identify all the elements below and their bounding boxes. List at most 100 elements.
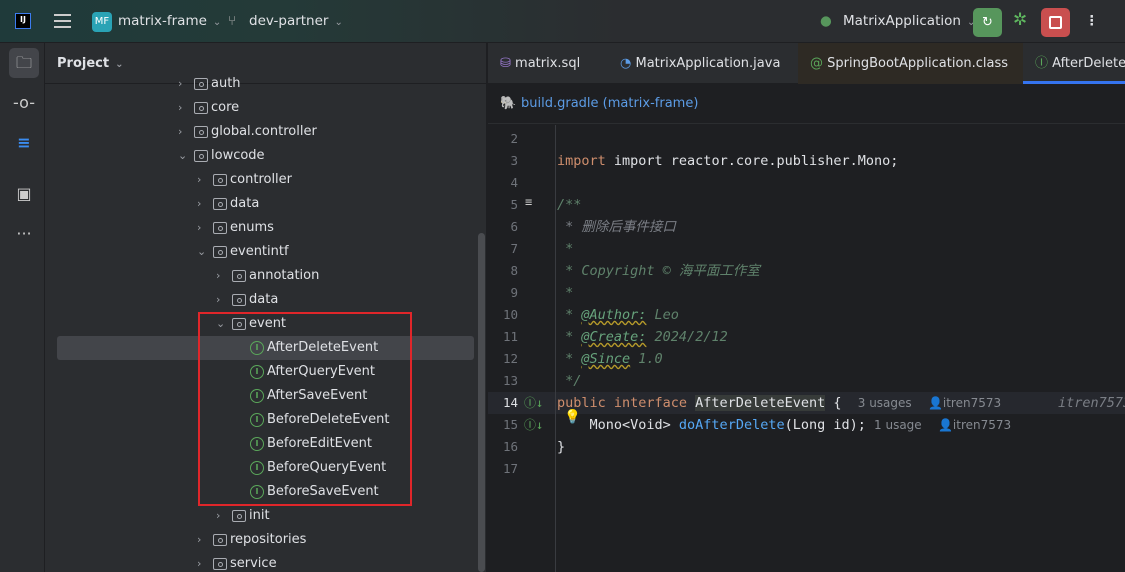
package-folder-icon bbox=[213, 222, 227, 234]
title-bar: IJ MF matrix-frame ⌄ ⑂ dev-partner ⌄ ● Mat… bbox=[0, 0, 1125, 43]
plugin-icon[interactable]: ≡ bbox=[9, 128, 39, 158]
rerun-button[interactable]: ↻ bbox=[973, 8, 1002, 37]
chevron-right-icon[interactable]: › bbox=[178, 120, 182, 144]
tree-item[interactable]: › auth bbox=[57, 72, 474, 96]
project-panel-title: Project bbox=[57, 56, 110, 71]
line-number: 12 bbox=[502, 351, 518, 366]
more-tools-icon[interactable]: ··· bbox=[9, 219, 39, 249]
project-folder-icon[interactable]: 🗀 bbox=[9, 48, 39, 78]
package-folder-icon bbox=[232, 294, 246, 306]
tree-item[interactable]: › core bbox=[57, 96, 474, 120]
tree-item[interactable]: › annotation bbox=[57, 264, 474, 288]
package-folder-icon bbox=[213, 174, 227, 186]
main-menu-icon[interactable] bbox=[54, 14, 71, 28]
tab-label: matrix.sql bbox=[515, 56, 581, 71]
chevron-right-icon[interactable]: › bbox=[197, 216, 201, 240]
usages-hint[interactable]: 1 usage bbox=[874, 418, 922, 432]
line-number: 3 bbox=[510, 153, 518, 168]
author-hint[interactable]: 👤itren7573 bbox=[938, 418, 1011, 432]
author-hint[interactable]: 👤itren7573 bbox=[928, 396, 1001, 410]
tree-item[interactable]: › enums bbox=[57, 216, 474, 240]
chevron-down-icon: ⌄ bbox=[212, 17, 222, 28]
chevron-down-icon[interactable]: ⌄ bbox=[178, 144, 187, 168]
folding-structure-icon[interactable]: ≡ bbox=[525, 195, 532, 209]
line-number: 10 bbox=[502, 307, 518, 322]
branch-icon: ⑂ bbox=[228, 13, 237, 29]
chevron-right-icon[interactable]: › bbox=[216, 288, 220, 312]
package-folder-icon bbox=[194, 78, 208, 90]
tree-item-label: controller bbox=[230, 172, 293, 187]
chevron-right-icon[interactable]: › bbox=[197, 168, 201, 192]
stop-button[interactable] bbox=[1041, 8, 1070, 37]
inline-blame: itren7573 bbox=[1058, 395, 1125, 411]
tab-matrix-application[interactable]: ◔ MatrixApplication.java bbox=[620, 43, 780, 84]
debug-bug-icon[interactable]: ✲ bbox=[1013, 10, 1027, 30]
interface-icon: Ⓘ bbox=[1035, 56, 1049, 71]
tree-scrollbar[interactable] bbox=[478, 233, 485, 572]
package-folder-icon bbox=[213, 198, 227, 210]
package-folder-icon bbox=[194, 150, 208, 162]
chevron-right-icon[interactable]: › bbox=[178, 96, 182, 120]
chevron-right-icon[interactable]: › bbox=[197, 192, 201, 216]
tab-label: SpringBootApplication.class bbox=[827, 56, 1009, 71]
branch-selector[interactable]: dev-partner ⌄ bbox=[249, 13, 343, 29]
chevron-right-icon[interactable]: › bbox=[197, 528, 201, 552]
tree-item-label: lowcode bbox=[211, 148, 265, 163]
structure-icon[interactable]: ▣ bbox=[9, 179, 39, 209]
code-line-15: Mono<Void> doAfterDelete(Long id); 1 usa… bbox=[557, 417, 1012, 433]
tool-window-strip: 🗀 -o- ≡ ▣ ··· bbox=[0, 43, 45, 572]
implementations-gutter-icon[interactable]: Ⓘ↓ bbox=[524, 394, 543, 411]
tree-item[interactable]: ⌄ eventintf bbox=[57, 240, 474, 264]
line-number: 9 bbox=[510, 285, 518, 300]
code-line-6: * 删除后事件接口 bbox=[557, 219, 676, 235]
chevron-right-icon[interactable]: › bbox=[216, 264, 220, 288]
tree-item[interactable]: › repositories bbox=[57, 528, 474, 552]
line-number: 13 bbox=[502, 373, 518, 388]
tree-item[interactable]: › data bbox=[57, 288, 474, 312]
tab-label: AfterDeleteEvent.java bbox=[1052, 56, 1125, 71]
tree-item[interactable]: › controller bbox=[57, 168, 474, 192]
package-folder-icon bbox=[232, 510, 246, 522]
line-number: 4 bbox=[510, 175, 518, 190]
commit-icon[interactable]: -o- bbox=[9, 88, 39, 118]
code-editor[interactable]: 2 3 4 5 6 7 8 9 10 11 12 13 14 15 16 17 ≡ Ⓘ↓ Ⓘ↓ import … bbox=[488, 125, 1125, 572]
more-options-icon[interactable]: ⋮ bbox=[1085, 13, 1099, 29]
project-badge: MF bbox=[92, 12, 112, 32]
tree-item[interactable]: › service bbox=[57, 552, 474, 572]
app-logo: IJ bbox=[15, 13, 31, 29]
tab-matrix-sql[interactable]: ⛁ matrix.sql bbox=[500, 43, 580, 84]
annotation-icon: @ bbox=[810, 56, 823, 71]
implementations-gutter-icon[interactable]: Ⓘ↓ bbox=[524, 416, 543, 433]
chevron-right-icon[interactable]: › bbox=[216, 504, 220, 528]
line-number: 16 bbox=[502, 439, 518, 454]
chevron-down-icon[interactable]: ⌄ bbox=[197, 240, 206, 264]
line-number: 14 bbox=[502, 395, 518, 410]
tab-label: MatrixApplication.java bbox=[635, 56, 781, 71]
tree-item[interactable]: › global.controller bbox=[57, 120, 474, 144]
spring-class-icon: ◔ bbox=[620, 56, 632, 71]
database-icon: ⛁ bbox=[500, 56, 511, 71]
tree-item-label: data bbox=[249, 292, 279, 307]
chevron-down-icon: ⌄ bbox=[115, 59, 124, 70]
breadcrumb[interactable]: 🐘 build.gradle (matrix-frame) bbox=[488, 84, 1125, 124]
tree-item[interactable]: › init bbox=[57, 504, 474, 528]
code-line-9: * bbox=[557, 285, 574, 301]
import-statement: import reactor.core.publisher.Mono; bbox=[613, 153, 899, 169]
tree-item-label: annotation bbox=[249, 268, 320, 283]
tree-item[interactable]: › data bbox=[57, 192, 474, 216]
chevron-right-icon[interactable]: › bbox=[197, 552, 201, 572]
usages-hint[interactable]: 3 usages bbox=[858, 396, 912, 410]
package-folder-icon bbox=[194, 102, 208, 114]
tab-springbootapplication[interactable]: @ SpringBootApplication.class bbox=[798, 43, 1023, 84]
package-folder-icon bbox=[232, 270, 246, 282]
project-selector[interactable]: matrix-frame ⌄ bbox=[118, 13, 221, 29]
run-config-selector[interactable]: MatrixApplication ⌄ bbox=[843, 13, 975, 29]
tab-afterdeleteevent[interactable]: Ⓘ AfterDeleteEvent.java bbox=[1023, 43, 1125, 84]
line-number: 11 bbox=[502, 329, 518, 344]
chevron-right-icon[interactable]: › bbox=[178, 72, 182, 96]
code-line-8: * Copyright © 海平面工作室 bbox=[557, 263, 760, 279]
gradle-icon: 🐘 bbox=[500, 96, 517, 111]
tree-item[interactable]: ⌄ lowcode bbox=[57, 144, 474, 168]
code-line-13: */ bbox=[557, 373, 582, 389]
line-number: 5 bbox=[510, 197, 518, 212]
